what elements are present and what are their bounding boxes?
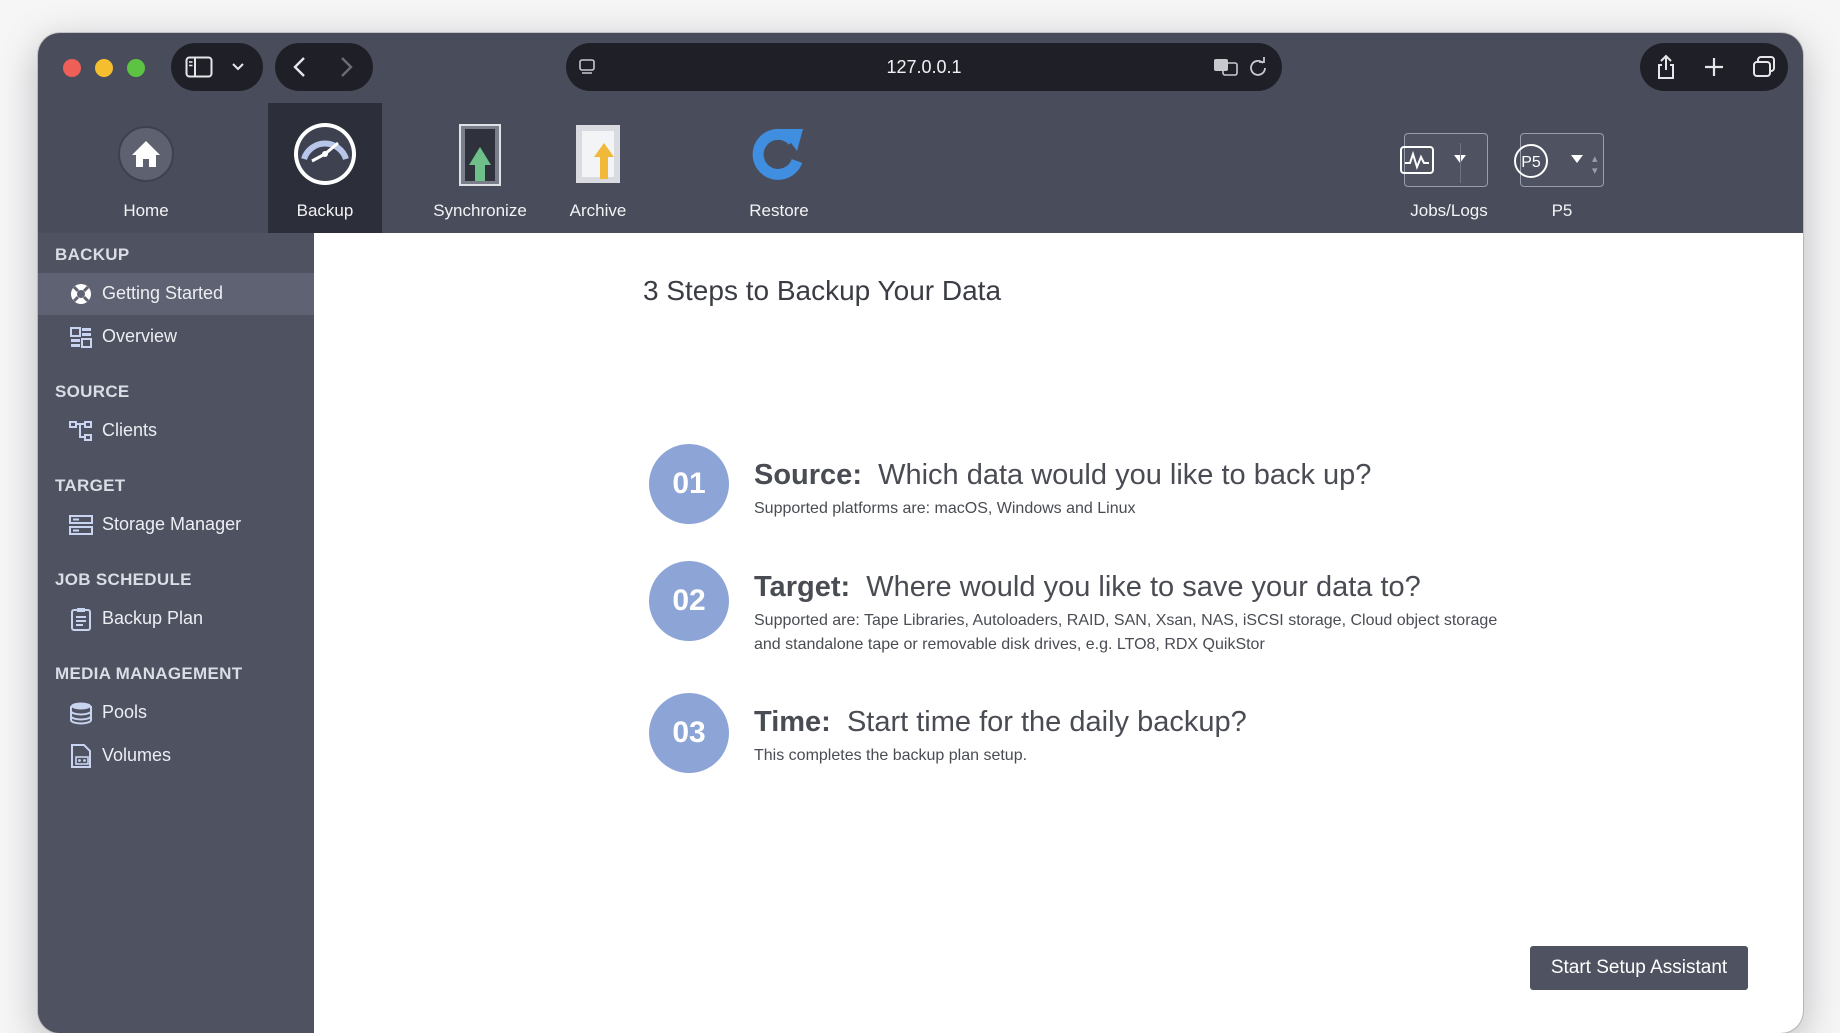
toolbar-synchronize-label: Synchronize (433, 201, 527, 220)
tab-overview-icon[interactable] (1752, 56, 1776, 78)
page-title: 3 Steps to Backup Your Data (643, 275, 1002, 306)
chevron-down-icon (1571, 155, 1583, 163)
title-bar: 127.0.0.1 (38, 33, 1803, 103)
restore-icon (752, 128, 803, 180)
toolbar-scroll-icon[interactable]: ▴ ▾ (1592, 153, 1598, 177)
reload-icon[interactable] (1248, 57, 1268, 77)
sidebar-item-label: Getting Started (102, 283, 224, 303)
jobs-logs-dropdown[interactable] (1400, 133, 1488, 187)
sidebar-section-job-schedule: JOB SCHEDULE (55, 570, 192, 589)
toolbar-synchronize[interactable]: Synchronize (423, 103, 537, 233)
sidebar-section-media-management: MEDIA MANAGEMENT (55, 664, 243, 683)
toolbar-archive-label: Archive (569, 201, 627, 220)
start-setup-assistant-button[interactable]: Start Setup Assistant (1530, 946, 1748, 990)
sidebar-item-label: Backup Plan (102, 608, 204, 628)
sidebar: BACKUP Getting Started Overview SOURCE C… (38, 233, 314, 1033)
lifebuoy-icon (71, 284, 91, 304)
main-content: 3 Steps to Backup Your Data 01 Source: W… (314, 233, 1803, 1033)
toolbar-backup[interactable]: Backup (268, 103, 382, 233)
sidebar-item-volumes[interactable]: Volumes (38, 735, 314, 777)
step-question: Which data would you like to back up? (878, 459, 1372, 491)
sidebar-item-label: Volumes (102, 745, 172, 765)
url-text: 127.0.0.1 (886, 57, 962, 77)
sidebar-item-label: Storage Manager (102, 514, 242, 534)
toolbar-home-label: Home (123, 201, 169, 220)
toolbar-restore[interactable]: Restore (722, 103, 836, 233)
translate-icon[interactable] (1213, 57, 1239, 77)
browser-window: 127.0.0.1 Home Backup Synchronize Archiv… (38, 33, 1803, 1033)
forward-arrow-icon[interactable] (337, 56, 355, 78)
step-description: This completes the backup plan setup. (754, 747, 1028, 764)
sidebar-section-source: SOURCE (55, 382, 130, 401)
sidebar-icon (185, 56, 213, 78)
sidebar-item-label: Clients (102, 420, 158, 440)
toolbar-backup-label: Backup (296, 201, 354, 220)
storage-icon (69, 515, 93, 535)
p5-logo-icon: P5 (1514, 144, 1548, 178)
home-icon (118, 126, 174, 182)
chevron-down-icon (232, 63, 244, 71)
synchronize-icon (459, 124, 501, 186)
toolbar-separator (1460, 143, 1461, 183)
new-tab-plus-icon[interactable] (1704, 57, 1724, 77)
zoom-window-button[interactable] (127, 59, 145, 77)
sidebar-item-storage-manager[interactable]: Storage Manager (38, 504, 314, 546)
backup-clock-icon (294, 123, 356, 185)
step-heading-label: Target: (754, 571, 851, 603)
sidebar-item-pools[interactable]: Pools (38, 692, 314, 734)
step-heading: Time: Start time for the daily backup? (754, 706, 1247, 739)
toolbar-p5-label: P5 (1551, 201, 1573, 220)
toolbar-restore-label: Restore (749, 201, 809, 220)
step-question: Where would you like to save your data t… (866, 571, 1421, 603)
activity-monitor-icon (1400, 146, 1434, 174)
clients-tree-icon (69, 421, 92, 441)
archive-icon (576, 125, 620, 183)
sidebar-item-backup-plan[interactable]: Backup Plan (38, 598, 314, 640)
volume-icon (71, 744, 91, 768)
step-heading: Target: Where would you like to save you… (754, 571, 1421, 604)
toolbar-home[interactable]: Home (89, 103, 203, 233)
svg-text:P5: P5 (1521, 154, 1541, 171)
step-heading-label: Time: (754, 706, 831, 738)
sidebar-section-target: TARGET (55, 476, 126, 495)
step-question: Start time for the daily backup? (846, 706, 1247, 738)
toolbar-jobs-logs[interactable]: Jobs/Logs (1391, 103, 1507, 233)
sidebar-section-backup: BACKUP (55, 245, 130, 264)
clipboard-icon (71, 608, 91, 631)
overview-grid-icon (70, 327, 92, 348)
address-bar[interactable]: 127.0.0.1 (566, 43, 1282, 91)
close-window-button[interactable] (63, 59, 81, 77)
step-number-badge: 03 (649, 693, 729, 773)
sidebar-item-label: Overview (102, 326, 178, 346)
step-heading-label: Source: (754, 459, 862, 491)
sidebar-item-getting-started[interactable]: Getting Started (38, 273, 314, 315)
step-heading: Source: Which data would you like to bac… (754, 459, 1371, 492)
minimize-window-button[interactable] (95, 59, 113, 77)
sidebar-item-label: Pools (102, 702, 148, 722)
step-number-badge: 02 (649, 561, 729, 641)
back-arrow-icon[interactable] (291, 56, 309, 78)
step-description: Supported are: Tape Libraries, Autoloade… (754, 612, 1498, 653)
navigation-buttons (275, 43, 373, 91)
database-icon (70, 702, 92, 725)
toolbar-p5[interactable]: P5 P5 (1506, 103, 1618, 233)
app-toolbar: Home Backup Synchronize Archive Restore … (38, 103, 1803, 233)
toolbar-archive[interactable]: Archive (541, 103, 655, 233)
sidebar-item-overview[interactable]: Overview (38, 316, 314, 358)
sidebar-item-clients[interactable]: Clients (38, 410, 314, 452)
step-description: Supported platforms are: macOS, Windows … (754, 500, 1136, 517)
window-actions (1640, 43, 1788, 91)
step-number-badge: 01 (649, 444, 729, 524)
share-icon[interactable] (1656, 54, 1676, 80)
sidebar-toggle-button[interactable] (171, 43, 263, 91)
toolbar-jobs-logs-label: Jobs/Logs (1410, 201, 1488, 220)
